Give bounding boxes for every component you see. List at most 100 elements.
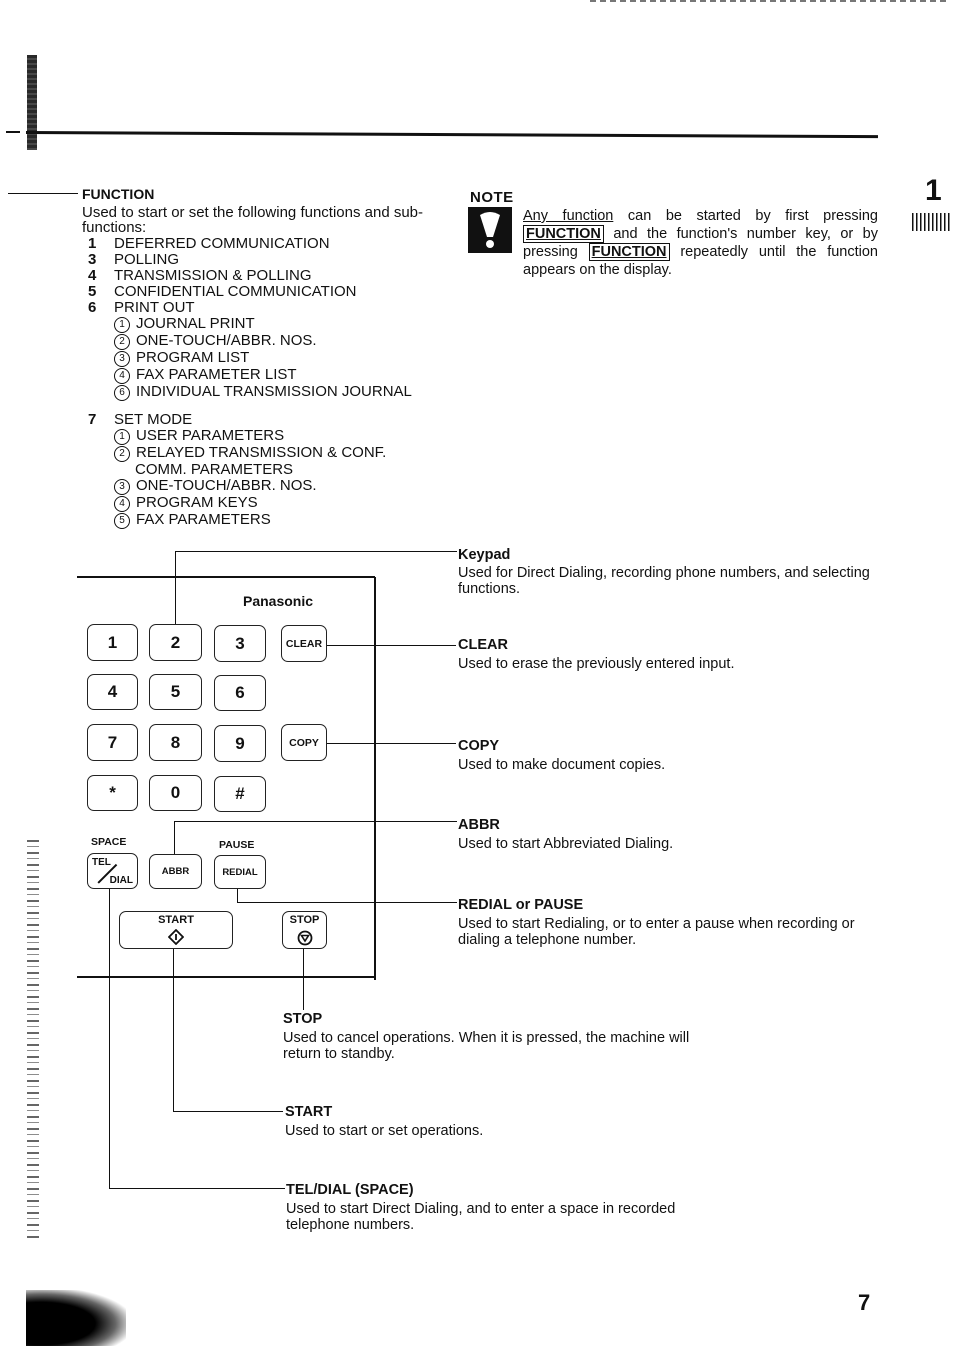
list-item: 4 TRANSMISSION & POLLING xyxy=(88,267,312,284)
pause-label: PAUSE xyxy=(219,839,255,851)
list-item: 7 SET MODE xyxy=(88,411,193,428)
sub-list-item: 5 FAX PARAMETERS xyxy=(88,512,386,529)
chapter-tab-marks xyxy=(912,213,952,231)
sub-list-item: 3 PROGRAM LIST xyxy=(88,350,412,367)
start-key[interactable]: START xyxy=(119,911,233,949)
set-mode-list: 7 SET MODE 1 USER PARAMETERS 2 RELAYED TRAN… xyxy=(88,412,386,529)
leader-line xyxy=(174,821,457,822)
brand-logo: Panasonic xyxy=(243,593,314,609)
panel-right-edge xyxy=(374,577,376,980)
key-5[interactable]: 5 xyxy=(149,674,202,710)
circled-number: 2 xyxy=(114,446,130,462)
note-label: NOTE xyxy=(470,189,514,206)
keypad-callout-title: Keypad xyxy=(458,547,511,563)
circled-number: 4 xyxy=(114,496,130,512)
sub-list-item: 3 ONE-TOUCH/ABBR. NOS. xyxy=(88,478,386,495)
redial-callout-desc: Used to start Redialing, or to enter a p… xyxy=(458,916,855,948)
leader-line xyxy=(109,886,110,1188)
key-8[interactable]: 8 xyxy=(149,724,202,761)
keypad-callout-desc: Used for Direct Dialing, recording phone… xyxy=(458,565,870,597)
sub-list-item: 1 USER PARAMETERS xyxy=(88,428,386,445)
header-rule xyxy=(25,131,878,139)
scan-artifact xyxy=(26,1290,126,1346)
sub-list-item: 4 FAX PARAMETER LIST xyxy=(88,367,412,384)
list-item: 5 CONFIDENTIAL COMMUNICATION xyxy=(88,283,357,300)
function-title: FUNCTION xyxy=(82,186,155,202)
function-description: Used to start or set the following funct… xyxy=(82,204,424,236)
exclamation-icon xyxy=(468,207,512,253)
stop-label: STOP xyxy=(289,914,320,926)
leader-line xyxy=(8,193,78,194)
sub-list-item: 2 ONE-TOUCH/ABBR. NOS. xyxy=(88,333,412,350)
leader-line xyxy=(237,888,238,902)
list-item: 6 PRINT OUT xyxy=(88,299,195,316)
leader-line xyxy=(303,948,304,1010)
circled-number: 3 xyxy=(114,479,130,495)
function-key-ref: FUNCTION xyxy=(523,225,604,243)
circled-number: 5 xyxy=(114,513,130,529)
circled-number: 4 xyxy=(114,368,130,384)
margin-tick xyxy=(6,131,20,133)
tel-dial-key[interactable]: TEL DIAL xyxy=(87,853,138,889)
circled-number: 1 xyxy=(114,317,130,333)
key-4[interactable]: 4 xyxy=(87,674,138,710)
chapter-number: 1 xyxy=(925,174,942,207)
key-6[interactable]: 6 xyxy=(214,675,266,711)
key-3[interactable]: 3 xyxy=(214,625,266,662)
start-callout-title: START xyxy=(285,1104,333,1120)
start-callout-desc: Used to start or set operations. xyxy=(285,1123,484,1139)
redial-callout-title: REDIAL or PAUSE xyxy=(458,897,584,913)
key-1[interactable]: 1 xyxy=(87,624,138,661)
stop-callout-desc: Used to cancel operations. When it is pr… xyxy=(283,1030,690,1062)
binding-mark xyxy=(27,55,37,150)
note-text: Any function can be started by first pre… xyxy=(523,208,878,278)
clear-callout-title: CLEAR xyxy=(458,637,508,653)
page-number: 7 xyxy=(858,1290,871,1315)
redial-key[interactable]: REDIAL xyxy=(214,855,266,889)
clear-key[interactable]: CLEAR xyxy=(281,625,327,662)
sub-list-continuation: COMM. PARAMETERS xyxy=(135,461,294,478)
teldial-callout-title: TEL/DIAL (SPACE) xyxy=(286,1182,414,1198)
list-item: 1 DEFERRED COMMUNICATION xyxy=(88,235,330,252)
scan-artifact xyxy=(27,840,39,1240)
stop-key[interactable]: STOP xyxy=(282,911,327,949)
copy-key[interactable]: COPY xyxy=(281,724,327,761)
start-label: START xyxy=(158,914,194,926)
copy-callout-title: COPY xyxy=(458,738,500,754)
copy-callout-desc: Used to make document copies. xyxy=(458,757,666,773)
key-hash[interactable]: # xyxy=(214,776,266,812)
circled-number: 6 xyxy=(114,385,130,401)
clear-callout-desc: Used to erase the previously entered inp… xyxy=(458,656,735,672)
leader-line xyxy=(237,902,457,903)
sub-list-item: 1 JOURNAL PRINT xyxy=(88,316,412,333)
tel-label: TEL xyxy=(92,857,111,868)
stop-callout-title: STOP xyxy=(283,1011,323,1027)
abbr-key[interactable]: ABBR xyxy=(149,854,202,889)
abbr-callout-desc: Used to start Abbreviated Dialing. xyxy=(458,836,674,852)
scan-artifact xyxy=(590,0,950,2)
key-7[interactable]: 7 xyxy=(87,724,138,761)
circled-number: 3 xyxy=(114,351,130,367)
key-0[interactable]: 0 xyxy=(149,775,202,811)
leader-line xyxy=(109,1188,285,1189)
abbr-callout-title: ABBR xyxy=(458,817,500,833)
sub-list-item: 6 INDIVIDUAL TRANSMISSION JOURNAL xyxy=(88,384,412,401)
leader-line xyxy=(173,1111,283,1112)
leader-line xyxy=(326,645,456,646)
teldial-callout-desc: Used to start Direct Dialing, and to ent… xyxy=(286,1201,676,1233)
start-diamond-icon xyxy=(168,929,184,945)
leader-line xyxy=(175,551,176,624)
leader-line xyxy=(175,551,457,552)
sub-list-item: 4 PROGRAM KEYS xyxy=(88,495,386,512)
dial-label: DIAL xyxy=(109,875,133,886)
list-item: 3 POLLING xyxy=(88,251,180,268)
key-2[interactable]: 2 xyxy=(149,624,202,661)
function-key-ref: FUNCTION xyxy=(588,243,670,261)
leader-line xyxy=(173,948,174,1111)
key-star[interactable]: * xyxy=(87,775,138,811)
leader-line xyxy=(326,743,456,744)
circled-number: 2 xyxy=(114,334,130,350)
panel-bottom-edge xyxy=(77,976,376,978)
key-9[interactable]: 9 xyxy=(214,725,266,762)
leader-line xyxy=(174,821,175,855)
